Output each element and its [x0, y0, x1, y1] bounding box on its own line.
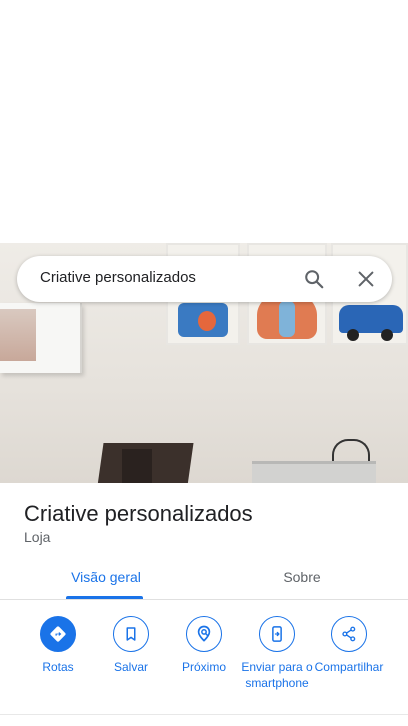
map-blank-area	[0, 0, 408, 243]
photo-shelf-item	[0, 309, 36, 361]
place-title: Criative personalizados	[24, 501, 253, 526]
nearby-icon	[186, 616, 222, 652]
bookmark-icon	[113, 616, 149, 652]
tab-bar: Visão geral Sobre	[0, 557, 408, 600]
photo-printer	[252, 461, 376, 483]
send-to-phone-icon	[259, 616, 295, 652]
close-icon[interactable]	[355, 268, 377, 290]
nearby-button[interactable]: Próximo	[165, 616, 243, 675]
directions-button[interactable]: Rotas	[19, 616, 97, 675]
save-label: Salvar	[113, 660, 148, 674]
search-input[interactable]: Criative personalizados	[40, 269, 196, 286]
directions-icon	[40, 616, 76, 652]
place-category: Loja	[24, 529, 51, 545]
save-button[interactable]: Salvar	[92, 616, 170, 675]
place-panel: Criative personalizados Loja Visão geral…	[0, 483, 408, 726]
share-label: Compartilhar	[314, 660, 384, 674]
send-to-phone-button[interactable]: Enviar para o smartphone	[237, 616, 317, 691]
nearby-label: Próximo	[181, 660, 226, 674]
share-icon	[331, 616, 367, 652]
search-icon[interactable]	[303, 268, 325, 290]
action-row: Rotas Salvar Próximo Enviar para o smart…	[0, 600, 408, 715]
active-tab-indicator	[66, 596, 143, 599]
photo-object	[122, 449, 152, 483]
share-button[interactable]: Compartilhar	[310, 616, 388, 675]
send-to-phone-label: Enviar para o smartphone	[241, 660, 313, 690]
directions-label: Rotas	[42, 660, 74, 674]
search-bar[interactable]: Criative personalizados	[17, 256, 392, 302]
tab-about[interactable]: Sobre	[196, 569, 408, 585]
tab-overview[interactable]: Visão geral	[0, 569, 212, 585]
